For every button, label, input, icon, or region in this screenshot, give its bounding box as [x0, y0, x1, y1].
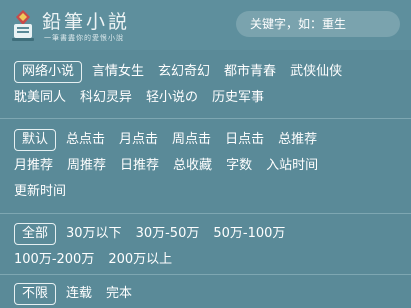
filter-row: 全部 30万以下 30万-50万 50万-100万: [14, 221, 401, 247]
filter-option[interactable]: 100万-200万: [14, 250, 94, 270]
filter-row: 网络小说 言情女生 玄幻奇幻 都市青春 武侠仙侠: [14, 59, 401, 85]
search-box[interactable]: [236, 11, 400, 37]
category-filter: 网络小说 言情女生 玄幻奇幻 都市青春 武侠仙侠 耽美同人 科幻灵异 轻小说の 历史军事: [0, 50, 411, 119]
filter-option[interactable]: 轻小说の: [146, 88, 198, 108]
site-logo[interactable]: 鉛筆小説 一筆書盡你的愛恨小說: [8, 6, 128, 46]
filter-option-selected[interactable]: 网络小说: [14, 61, 83, 83]
filter-row: 100万-200万 200万以上: [14, 247, 401, 273]
filter-option[interactable]: 入站时间: [266, 156, 318, 176]
filter-option-selected[interactable]: 默认: [14, 129, 57, 151]
filter-option[interactable]: 日推荐: [120, 156, 159, 176]
filter-option[interactable]: 30万以下: [66, 224, 122, 244]
logo-title: 鉛筆小説: [42, 11, 131, 33]
filter-option[interactable]: 历史军事: [212, 88, 264, 108]
filter-option[interactable]: 30万-50万: [136, 224, 200, 244]
filter-option[interactable]: 总点击: [66, 130, 105, 150]
filter-option[interactable]: 玄幻奇幻: [158, 62, 210, 82]
filter-option[interactable]: 耽美同人: [14, 88, 66, 108]
status-filter: 不限 连载 完本: [0, 275, 411, 308]
filter-option[interactable]: 月推荐: [14, 156, 53, 176]
filter-row: 耽美同人 科幻灵异 轻小说の 历史军事: [14, 85, 401, 111]
sort-filter: 默认 总点击 月点击 周点击 日点击 总推荐 月推荐 周推荐 日推荐 总收藏 字数 入站时间 更新时间: [0, 119, 411, 214]
filter-option-selected[interactable]: 不限: [14, 283, 57, 305]
filter-option[interactable]: 更新时间: [14, 182, 66, 202]
filter-row: 月推荐 周推荐 日推荐 总收藏 字数 入站时间: [14, 153, 401, 179]
filter-option[interactable]: 200万以上: [108, 250, 172, 270]
filter-option[interactable]: 日点击: [225, 130, 264, 150]
filter-option-selected[interactable]: 全部: [14, 223, 57, 245]
logo-subtitle: 一筆書盡你的愛恨小說: [44, 34, 124, 42]
header: 鉛筆小説 一筆書盡你的愛恨小說: [0, 0, 411, 50]
filter-option[interactable]: 都市青春: [224, 62, 276, 82]
filter-option[interactable]: 连载: [66, 284, 92, 304]
filter-option[interactable]: 言情女生: [92, 62, 144, 82]
search-input[interactable]: [250, 11, 390, 37]
filter-row: 默认 总点击 月点击 周点击 日点击 总推荐: [14, 127, 401, 153]
filter-option[interactable]: 总推荐: [278, 130, 317, 150]
filter-option[interactable]: 周推荐: [67, 156, 106, 176]
filter-row: 不限 连载 完本: [14, 281, 401, 307]
filter-option[interactable]: 月点击: [119, 130, 158, 150]
pencil-logo-icon: [12, 10, 34, 41]
filter-option[interactable]: 完本: [106, 284, 132, 304]
word-count-filter: 全部 30万以下 30万-50万 50万-100万 100万-200万 200万以上: [0, 214, 411, 275]
filter-option[interactable]: 武侠仙侠: [290, 62, 342, 82]
filter-option[interactable]: 科幻灵异: [80, 88, 132, 108]
filter-option[interactable]: 总收藏: [173, 156, 212, 176]
filter-row: 更新时间: [14, 179, 401, 205]
filter-option[interactable]: 字数: [226, 156, 252, 176]
filter-option[interactable]: 周点击: [172, 130, 211, 150]
filter-option[interactable]: 50万-100万: [213, 224, 285, 244]
